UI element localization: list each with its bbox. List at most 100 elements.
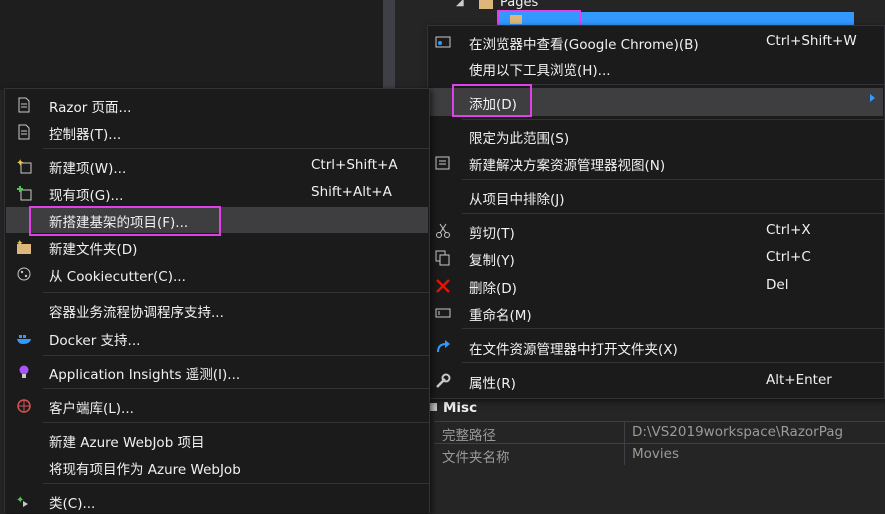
menu-item-label: 在浏览器中查看(Google Chrome)(B) (469, 37, 699, 53)
properties-section-header[interactable]: Misc (443, 400, 477, 416)
add-submenu: Razor 页面... 控制器(T)... ✦ 新建项(W)... Ctrl+S… (4, 88, 430, 513)
client-library-icon (16, 398, 32, 414)
submenu-item-class[interactable]: ✦ 类(C)... (6, 488, 428, 514)
menu-item-shortcut: Alt+Enter (766, 372, 832, 388)
submenu-item-docker-support[interactable]: Docker 支持... (6, 325, 428, 351)
divider (624, 444, 625, 465)
menu-item-label: 剪切(T) (469, 226, 515, 242)
menu-item-label: 容器业务流程协调程序支持... (49, 305, 224, 321)
tree-item-pages[interactable]: Pages (500, 0, 538, 10)
context-menu: 在浏览器中查看(Google Chrome)(B) Ctrl+Shift+W 使… (427, 25, 885, 399)
menu-separator (43, 355, 429, 356)
menu-item-shortcut: Ctrl+Shift+A (311, 157, 398, 173)
menu-item-browse-with[interactable]: 使用以下工具浏览(H)... (429, 55, 883, 81)
menu-item-delete[interactable]: 删除(D) Del (429, 273, 883, 299)
menu-item-label: 控制器(T)... (49, 127, 122, 143)
submenu-arrow-icon (870, 94, 875, 102)
submenu-item-existing-item[interactable]: 现有项(G)... Shift+Alt+A (6, 180, 428, 206)
menu-item-cut[interactable]: 剪切(T) Ctrl+X (429, 218, 883, 244)
menu-item-label: 从 Cookiecutter(C)... (49, 269, 186, 285)
divider (624, 422, 625, 443)
menu-item-label: 在文件资源管理器中打开文件夹(X) (469, 342, 678, 358)
docker-icon (16, 330, 32, 346)
submenu-item-client-library[interactable]: 客户端库(L)... (6, 393, 428, 419)
refresh-arrow-icon (435, 339, 451, 355)
copy-icon (435, 250, 451, 266)
folder-icon (479, 0, 493, 9)
menu-item-view-in-browser[interactable]: 在浏览器中查看(Google Chrome)(B) Ctrl+Shift+W (429, 29, 883, 55)
collapse-icon[interactable] (429, 403, 437, 411)
menu-item-label: 复制(Y) (469, 253, 515, 269)
menu-item-exclude[interactable]: 从项目中排除(J) (429, 184, 883, 210)
menu-item-shortcut: Ctrl+X (766, 222, 811, 238)
property-row[interactable]: 文件夹名称 Movies (434, 443, 885, 466)
menu-item-label: 删除(D) (469, 281, 517, 297)
menu-item-label: 新建 Azure WebJob 项目 (49, 435, 205, 451)
menu-item-label: 重命名(M) (469, 308, 532, 324)
menu-item-properties[interactable]: 属性(R) Alt+Enter (429, 368, 883, 394)
menu-item-label: 属性(R) (469, 376, 516, 392)
insights-icon (16, 364, 32, 380)
submenu-item-cookiecutter[interactable]: 从 Cookiecutter(C)... (6, 261, 428, 287)
property-value: D:\VS2019workspace\RazorPag (632, 424, 844, 440)
rename-icon (435, 305, 451, 321)
submenu-item-orchestrator-support[interactable]: 容器业务流程协调程序支持... (6, 297, 428, 323)
splitter[interactable] (383, 0, 395, 90)
new-item-icon: ✦ (16, 158, 32, 174)
menu-item-label: Razor 页面... (49, 100, 132, 116)
menu-item-label: 使用以下工具浏览(H)... (469, 63, 611, 79)
menu-item-shortcut: Ctrl+Shift+W (766, 33, 857, 49)
cookiecutter-icon (16, 266, 32, 282)
svg-text:✦: ✦ (16, 158, 24, 169)
menu-separator (43, 292, 429, 293)
wrench-icon (435, 373, 451, 389)
submenu-item-controller[interactable]: 控制器(T)... (6, 119, 428, 145)
menu-separator (43, 148, 429, 149)
menu-item-shortcut: Ctrl+C (766, 249, 811, 265)
menu-separator (43, 388, 429, 389)
add-highlight (452, 84, 532, 117)
submenu-item-razor-page[interactable]: Razor 页面... (6, 92, 428, 118)
scaffold-highlight (29, 206, 221, 236)
menu-item-label: 从项目中排除(J) (469, 192, 565, 208)
menu-item-scope-to-this[interactable]: 限定为此范围(S) (429, 123, 883, 149)
menu-item-label: 新建解决方案资源管理器视图(N) (469, 158, 666, 174)
submenu-item-new-azure-webjob[interactable]: 新建 Azure WebJob 项目 (6, 427, 428, 453)
property-key: 完整路径 (442, 428, 496, 444)
menu-item-label: 现有项(G)... (49, 188, 124, 204)
menu-separator (462, 213, 884, 214)
class-icon: ✦ (16, 493, 32, 509)
menu-separator (462, 328, 884, 329)
menu-separator (462, 119, 884, 120)
menu-item-shortcut: Del (766, 277, 789, 293)
menu-item-label: Docker 支持... (49, 333, 141, 349)
menu-item-shortcut: Shift+Alt+A (311, 184, 392, 200)
browser-icon (435, 34, 451, 50)
menu-item-label: 限定为此范围(S) (469, 131, 570, 147)
editor-area (0, 0, 385, 90)
tree-expand-arrow-icon[interactable]: ◢ (456, 0, 464, 8)
menu-separator (43, 422, 429, 423)
submenu-item-application-insights[interactable]: Application Insights 遥测(I)... (6, 359, 428, 385)
menu-separator (43, 483, 429, 484)
submenu-item-new-folder[interactable]: ✦ 新建文件夹(D) (6, 234, 428, 260)
submenu-item-new-item[interactable]: ✦ 新建项(W)... Ctrl+Shift+A (6, 153, 428, 179)
property-key: 文件夹名称 (442, 450, 510, 466)
menu-item-label: 类(C)... (49, 496, 96, 512)
menu-item-label: 将现有项目作为 Azure WebJob (49, 462, 241, 478)
menu-item-label: 客户端库(L)... (49, 401, 134, 417)
new-view-icon (435, 155, 451, 171)
menu-item-copy[interactable]: 复制(Y) Ctrl+C (429, 245, 883, 271)
menu-separator (462, 362, 884, 363)
submenu-item-existing-as-azure-webjob[interactable]: 将现有项目作为 Azure WebJob (6, 454, 428, 480)
scissors-icon (435, 223, 451, 239)
property-value: Movies (632, 446, 679, 462)
svg-text:✦: ✦ (16, 239, 24, 249)
menu-item-new-explorer-view[interactable]: 新建解决方案资源管理器视图(N) (429, 150, 883, 176)
property-row[interactable]: 完整路径 D:\VS2019workspace\RazorPag (434, 421, 885, 444)
menu-item-open-in-file-explorer[interactable]: 在文件资源管理器中打开文件夹(X) (429, 334, 883, 360)
menu-item-rename[interactable]: 重命名(M) (429, 300, 883, 326)
page-icon (16, 124, 32, 140)
menu-item-label: 新建项(W)... (49, 161, 127, 177)
menu-item-label: Application Insights 遥测(I)... (49, 367, 241, 383)
